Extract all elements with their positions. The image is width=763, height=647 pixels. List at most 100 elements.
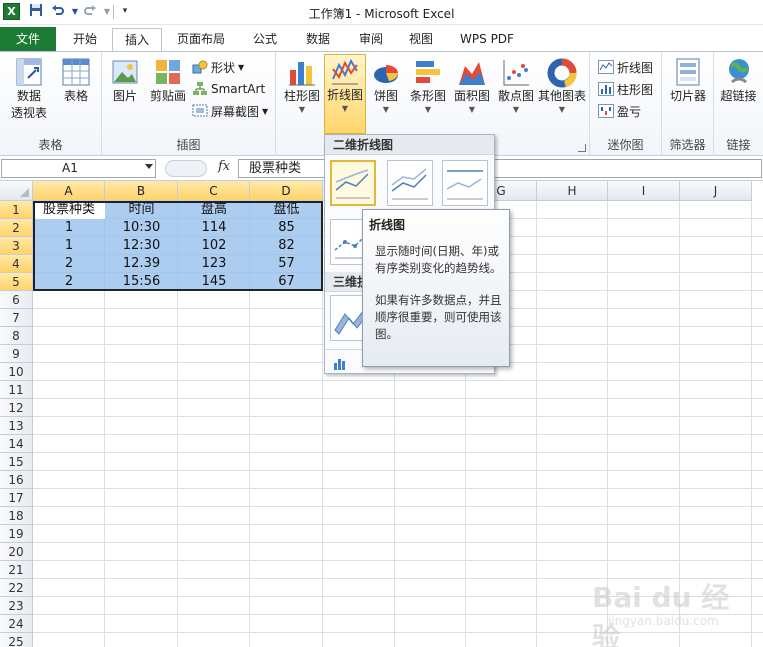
header-cell[interactable]: 盘高: [178, 201, 250, 219]
tab-file[interactable]: 文件: [0, 27, 56, 52]
table-cell[interactable]: 82: [250, 237, 323, 255]
tab-view[interactable]: 视图: [398, 28, 444, 52]
row-header-14[interactable]: 14: [0, 435, 33, 453]
table-cell[interactable]: 12.39: [105, 255, 178, 273]
scatter-chart-button[interactable]: 散点图 ▼: [494, 56, 538, 132]
hyperlink-button[interactable]: 超链接: [716, 56, 761, 116]
table-cell[interactable]: 123: [178, 255, 250, 273]
line-chart-button[interactable]: 折线图 ▼: [324, 54, 366, 134]
table-cell[interactable]: 102: [178, 237, 250, 255]
table-cell[interactable]: 10:30: [105, 219, 178, 237]
pivot-table-button[interactable]: 数据 透视表: [4, 56, 54, 132]
clip-art-button[interactable]: 剪贴画: [146, 56, 190, 116]
table-label: 表格: [63, 89, 88, 103]
column-header-a[interactable]: A: [33, 181, 105, 201]
column-header-b[interactable]: B: [105, 181, 178, 201]
row-header-2[interactable]: 2: [0, 219, 33, 237]
row-header-24[interactable]: 24: [0, 615, 33, 633]
row-header-18[interactable]: 18: [0, 507, 33, 525]
screenshot-label: 屏幕截图: [211, 104, 260, 119]
header-cell[interactable]: 股票种类: [33, 201, 105, 219]
sparkline-line-button[interactable]: 折线图: [598, 57, 653, 77]
shapes-button[interactable]: 形状 ▼: [192, 57, 244, 77]
insert-function-icon[interactable]: fx: [218, 159, 230, 174]
stacked-line-chart-option[interactable]: [387, 160, 433, 206]
row-header-9[interactable]: 9: [0, 345, 33, 363]
row-header-11[interactable]: 11: [0, 381, 33, 399]
row-header-12[interactable]: 12: [0, 399, 33, 417]
row-header-17[interactable]: 17: [0, 489, 33, 507]
select-all-button[interactable]: [0, 181, 33, 201]
smartart-button[interactable]: SmartArt: [192, 79, 265, 99]
charts-dialog-launcher-icon[interactable]: [578, 144, 586, 152]
row-header-10[interactable]: 10: [0, 363, 33, 381]
row-header-6[interactable]: 6: [0, 291, 33, 309]
table-cell[interactable]: 12:30: [105, 237, 178, 255]
slicer-button[interactable]: 切片器: [666, 56, 710, 116]
tab-review[interactable]: 审阅: [348, 28, 394, 52]
tab-formulas[interactable]: 公式: [242, 28, 288, 52]
row-header-16[interactable]: 16: [0, 471, 33, 489]
tab-wps-pdf[interactable]: WPS PDF: [452, 28, 522, 52]
sparkline-winloss-button[interactable]: 盈亏: [598, 101, 641, 121]
row-header-23[interactable]: 23: [0, 597, 33, 615]
table-cell[interactable]: 114: [178, 219, 250, 237]
row-header-22[interactable]: 22: [0, 579, 33, 597]
row-header-25[interactable]: 25: [0, 633, 33, 647]
screenshot-button[interactable]: 屏幕截图 ▼: [192, 101, 268, 121]
tab-home[interactable]: 开始: [62, 28, 108, 52]
table-cell[interactable]: 145: [178, 273, 250, 291]
row-header-3[interactable]: 3: [0, 237, 33, 255]
tab-page-layout[interactable]: 页面布局: [170, 28, 232, 52]
table-button[interactable]: 表格: [56, 56, 96, 116]
table-cell[interactable]: 2: [33, 255, 105, 273]
table-icon: [61, 56, 91, 88]
pie-chart-button[interactable]: 饼图 ▼: [368, 56, 404, 132]
row-header-19[interactable]: 19: [0, 525, 33, 543]
gridline: [536, 201, 537, 647]
table-cell[interactable]: 85: [250, 219, 323, 237]
smartart-icon: [192, 81, 208, 97]
header-cell[interactable]: 时间: [105, 201, 178, 219]
table-cell[interactable]: 15:56: [105, 273, 178, 291]
column-header-i[interactable]: I: [608, 181, 680, 201]
table-cell[interactable]: 67: [250, 273, 323, 291]
tab-insert[interactable]: 插入: [112, 28, 162, 53]
column-header-c[interactable]: C: [178, 181, 250, 201]
row-header-4[interactable]: 4: [0, 255, 33, 273]
column-header-d[interactable]: D: [250, 181, 323, 201]
bar-chart-icon: [413, 56, 443, 88]
line-chart-tooltip: 折线图 显示随时间(日期、年)或有序类别变化的趋势线。 如果有许多数据点，并且顺…: [362, 209, 510, 367]
header-cell[interactable]: 盘低: [250, 201, 323, 219]
row-header-7[interactable]: 7: [0, 309, 33, 327]
line-chart-option[interactable]: [330, 160, 376, 206]
sparkline-column-button[interactable]: 柱形图: [598, 79, 653, 99]
bar-chart-button[interactable]: 条形图 ▼: [406, 56, 450, 132]
formula-bar-splitter[interactable]: [165, 160, 207, 177]
slicer-icon: [673, 56, 703, 88]
row-header-8[interactable]: 8: [0, 327, 33, 345]
table-cell[interactable]: 1: [33, 219, 105, 237]
column-header-j[interactable]: J: [680, 181, 752, 201]
area-chart-button[interactable]: 面积图 ▼: [450, 56, 494, 132]
table-cell[interactable]: 1: [33, 237, 105, 255]
table-cell[interactable]: 57: [250, 255, 323, 273]
picture-label: 图片: [112, 89, 137, 103]
column-chart-button[interactable]: 柱形图 ▼: [280, 56, 324, 132]
row-header-15[interactable]: 15: [0, 453, 33, 471]
row-header-1[interactable]: 1: [0, 201, 33, 219]
picture-button[interactable]: 图片: [106, 56, 144, 116]
percent-stacked-line-chart-option[interactable]: [442, 160, 488, 206]
other-charts-button[interactable]: 其他图表 ▼: [536, 56, 588, 132]
formula-input[interactable]: 股票种类: [238, 159, 762, 178]
table-cell[interactable]: 2: [33, 273, 105, 291]
name-box[interactable]: A1: [1, 159, 156, 178]
row-header-20[interactable]: 20: [0, 543, 33, 561]
row-header-13[interactable]: 13: [0, 417, 33, 435]
row-header-21[interactable]: 21: [0, 561, 33, 579]
column-header-h[interactable]: H: [537, 181, 608, 201]
sparkline-line-icon: [598, 59, 614, 75]
tab-data[interactable]: 数据: [295, 28, 341, 52]
name-box-dropdown-icon[interactable]: [145, 164, 153, 169]
row-header-5[interactable]: 5: [0, 273, 33, 291]
